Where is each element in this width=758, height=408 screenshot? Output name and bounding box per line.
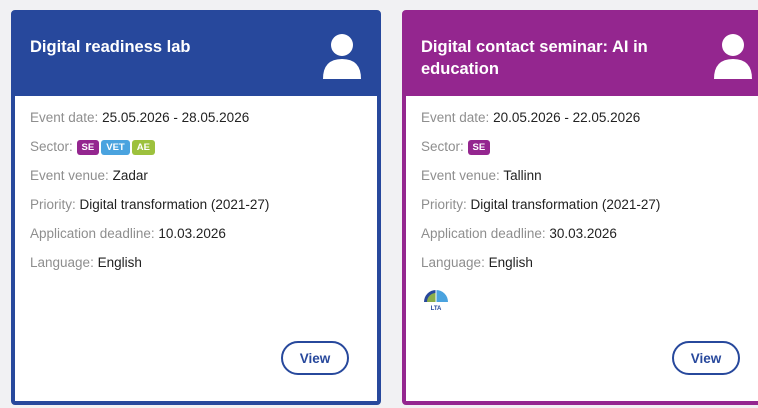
- card-title: Digital readiness lab: [30, 38, 191, 56]
- deadline-label: Application deadline:: [421, 226, 546, 241]
- venue-label: Event venue:: [30, 168, 109, 183]
- card-header: Digital contact seminar: AI in education: [406, 14, 758, 96]
- priority-row: Priority: Digital transformation (2021-2…: [30, 195, 377, 224]
- language-label: Language:: [30, 255, 94, 270]
- venue-value: Tallinn: [503, 168, 542, 183]
- event-date-label: Event date:: [421, 110, 490, 125]
- card-header: Digital readiness lab: [15, 14, 377, 96]
- sector-badge-se: SE: [467, 140, 491, 155]
- event-date-value: 20.05.2026 - 22.05.2026: [493, 110, 641, 125]
- language-label: Language:: [421, 255, 485, 270]
- language-row: Language: English: [421, 253, 758, 282]
- language-value: English: [488, 255, 533, 270]
- card-body: Event date: 20.05.2026 - 22.05.2026 Sect…: [406, 96, 758, 408]
- lta-icon-text: LTA: [431, 306, 442, 312]
- card-title: Digital contact seminar: AI in education: [421, 38, 648, 78]
- lta-icon: LTA: [424, 290, 448, 312]
- sector-row: Sector: SE VET AE: [30, 137, 377, 166]
- event-date-row: Event date: 20.05.2026 - 22.05.2026: [421, 108, 758, 137]
- language-row: Language: English: [30, 253, 377, 282]
- priority-label: Priority:: [30, 197, 76, 212]
- sector-badge-vet: VET: [101, 140, 130, 155]
- sector-badge-se: SE: [76, 140, 100, 155]
- deadline-label: Application deadline:: [30, 226, 155, 241]
- sector-row: Sector: SE: [421, 137, 758, 166]
- priority-label: Priority:: [421, 197, 467, 212]
- venue-row: Event venue: Tallinn: [421, 166, 758, 195]
- event-card: Digital contact seminar: AI in education…: [402, 10, 758, 405]
- deadline-row: Application deadline: 10.03.2026: [30, 224, 377, 253]
- sector-label: Sector:: [30, 139, 73, 154]
- view-button[interactable]: View: [672, 341, 740, 375]
- language-value: English: [97, 255, 142, 270]
- priority-value: Digital transformation (2021-27): [79, 197, 270, 212]
- priority-value: Digital transformation (2021-27): [470, 197, 661, 212]
- deadline-row: Application deadline: 30.03.2026: [421, 224, 758, 253]
- venue-row: Event venue: Zadar: [30, 166, 377, 195]
- event-card: Digital readiness lab Event date: 25.05.…: [11, 10, 381, 405]
- view-button[interactable]: View: [281, 341, 349, 375]
- sector-badge-ae: AE: [131, 140, 155, 155]
- deadline-value: 30.03.2026: [549, 226, 617, 241]
- event-date-value: 25.05.2026 - 28.05.2026: [102, 110, 250, 125]
- deadline-value: 10.03.2026: [158, 226, 226, 241]
- venue-label: Event venue:: [421, 168, 500, 183]
- priority-row: Priority: Digital transformation (2021-2…: [421, 195, 758, 224]
- user-icon: [323, 34, 361, 79]
- card-body: Event date: 25.05.2026 - 28.05.2026 Sect…: [15, 96, 377, 408]
- event-date-row: Event date: 25.05.2026 - 28.05.2026: [30, 108, 377, 137]
- event-date-label: Event date:: [30, 110, 99, 125]
- sector-label: Sector:: [421, 139, 464, 154]
- venue-value: Zadar: [112, 168, 148, 183]
- user-icon: [714, 34, 752, 79]
